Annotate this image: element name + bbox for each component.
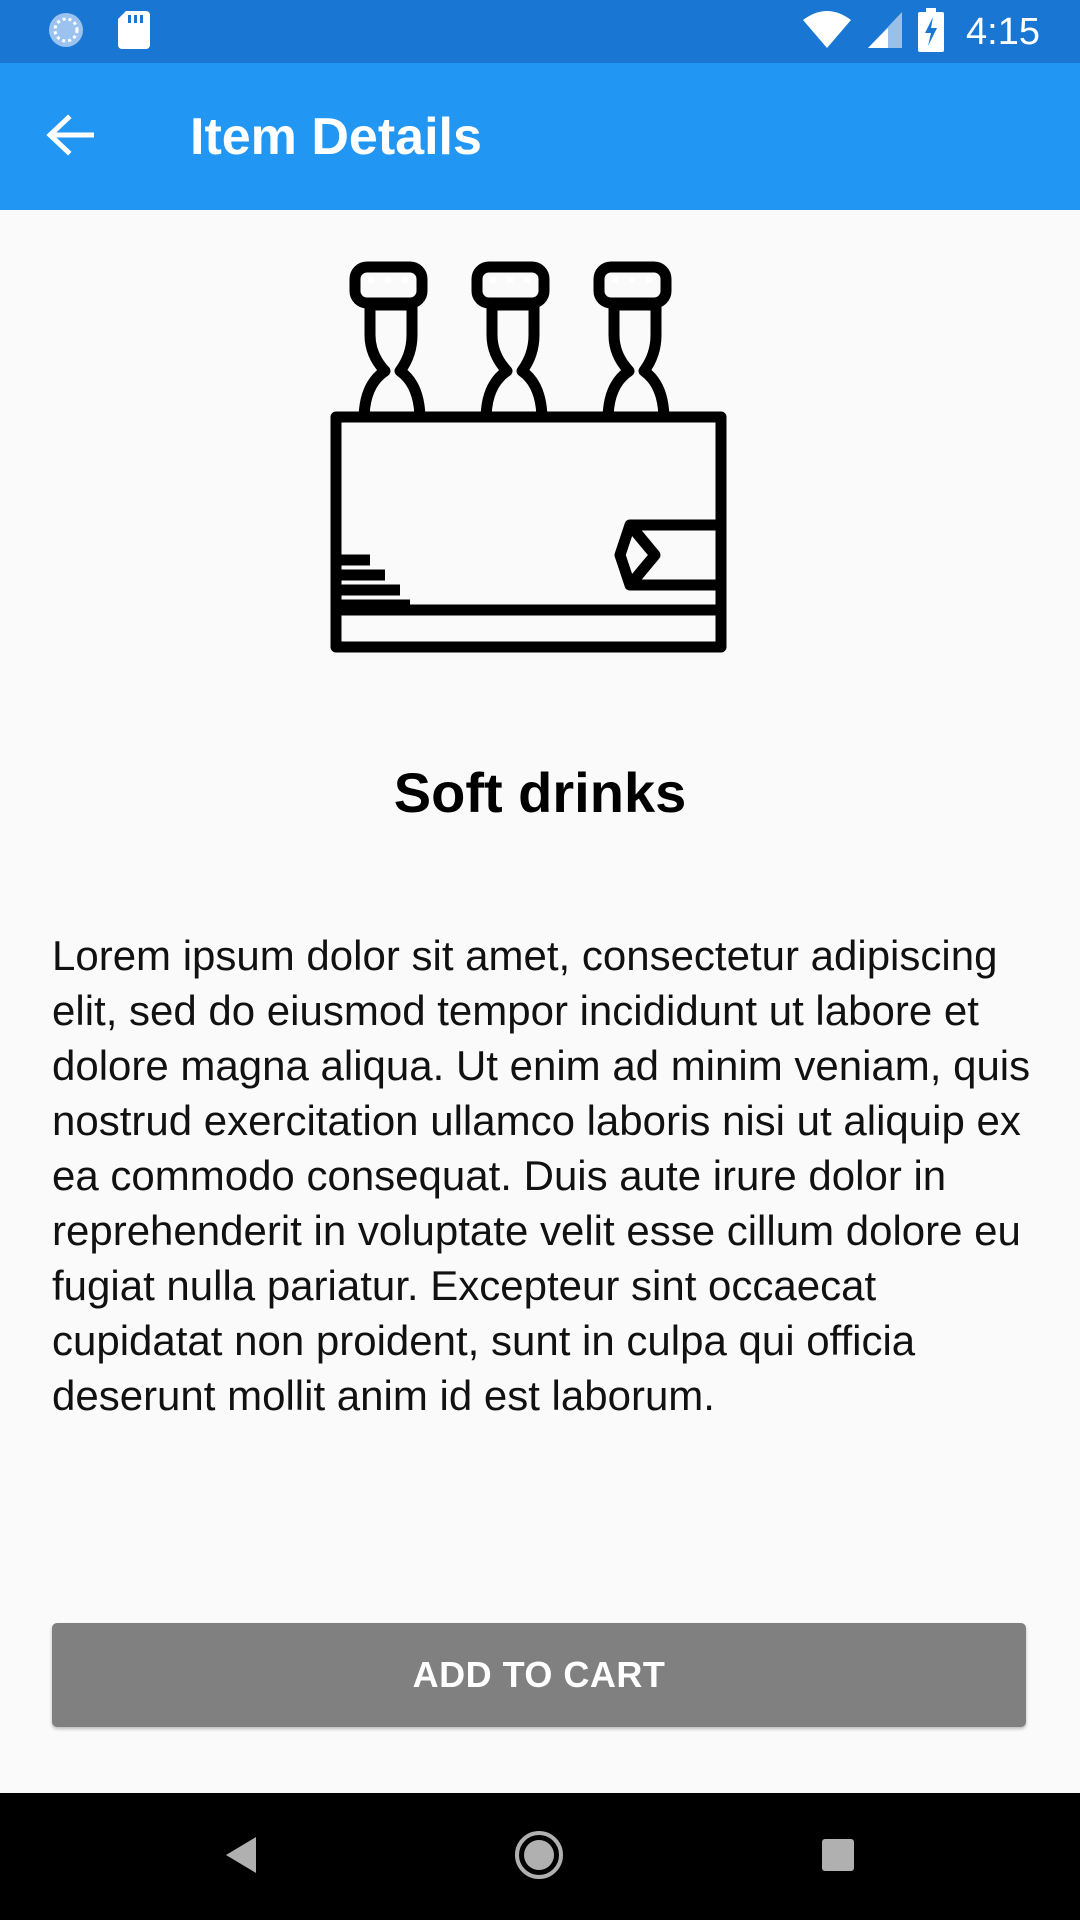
item-description: Lorem ipsum dolor sit amet, consectetur … — [52, 932, 1031, 1419]
cellular-signal-icon — [866, 10, 904, 55]
nav-back-button[interactable] — [206, 1823, 274, 1891]
battery-charging-icon — [918, 8, 945, 57]
app-bar: Item Details — [0, 63, 1080, 210]
home-circle-icon — [513, 1829, 565, 1886]
arrow-back-icon — [46, 113, 95, 161]
wifi-icon — [802, 10, 852, 55]
back-triangle-icon — [222, 1835, 258, 1880]
nav-home-button[interactable] — [505, 1823, 573, 1891]
navigation-bar — [0, 1793, 1080, 1920]
item-image — [330, 255, 740, 660]
back-button[interactable] — [30, 97, 110, 177]
status-right-icons: 4:15 — [802, 8, 1040, 57]
add-to-cart-button[interactable]: ADD TO CART — [52, 1623, 1026, 1727]
page-title: Item Details — [190, 108, 482, 166]
nav-recents-button[interactable] — [804, 1823, 872, 1891]
status-clock: 4:15 — [966, 11, 1040, 53]
status-left-icons — [46, 10, 150, 55]
bottle-crate-icon — [330, 261, 740, 664]
recents-square-icon — [820, 1837, 856, 1878]
status-bar: 4:15 — [0, 0, 1080, 63]
loading-spinner-icon — [46, 10, 86, 55]
sd-card-icon — [118, 11, 150, 54]
item-title: Soft drinks — [393, 761, 687, 824]
